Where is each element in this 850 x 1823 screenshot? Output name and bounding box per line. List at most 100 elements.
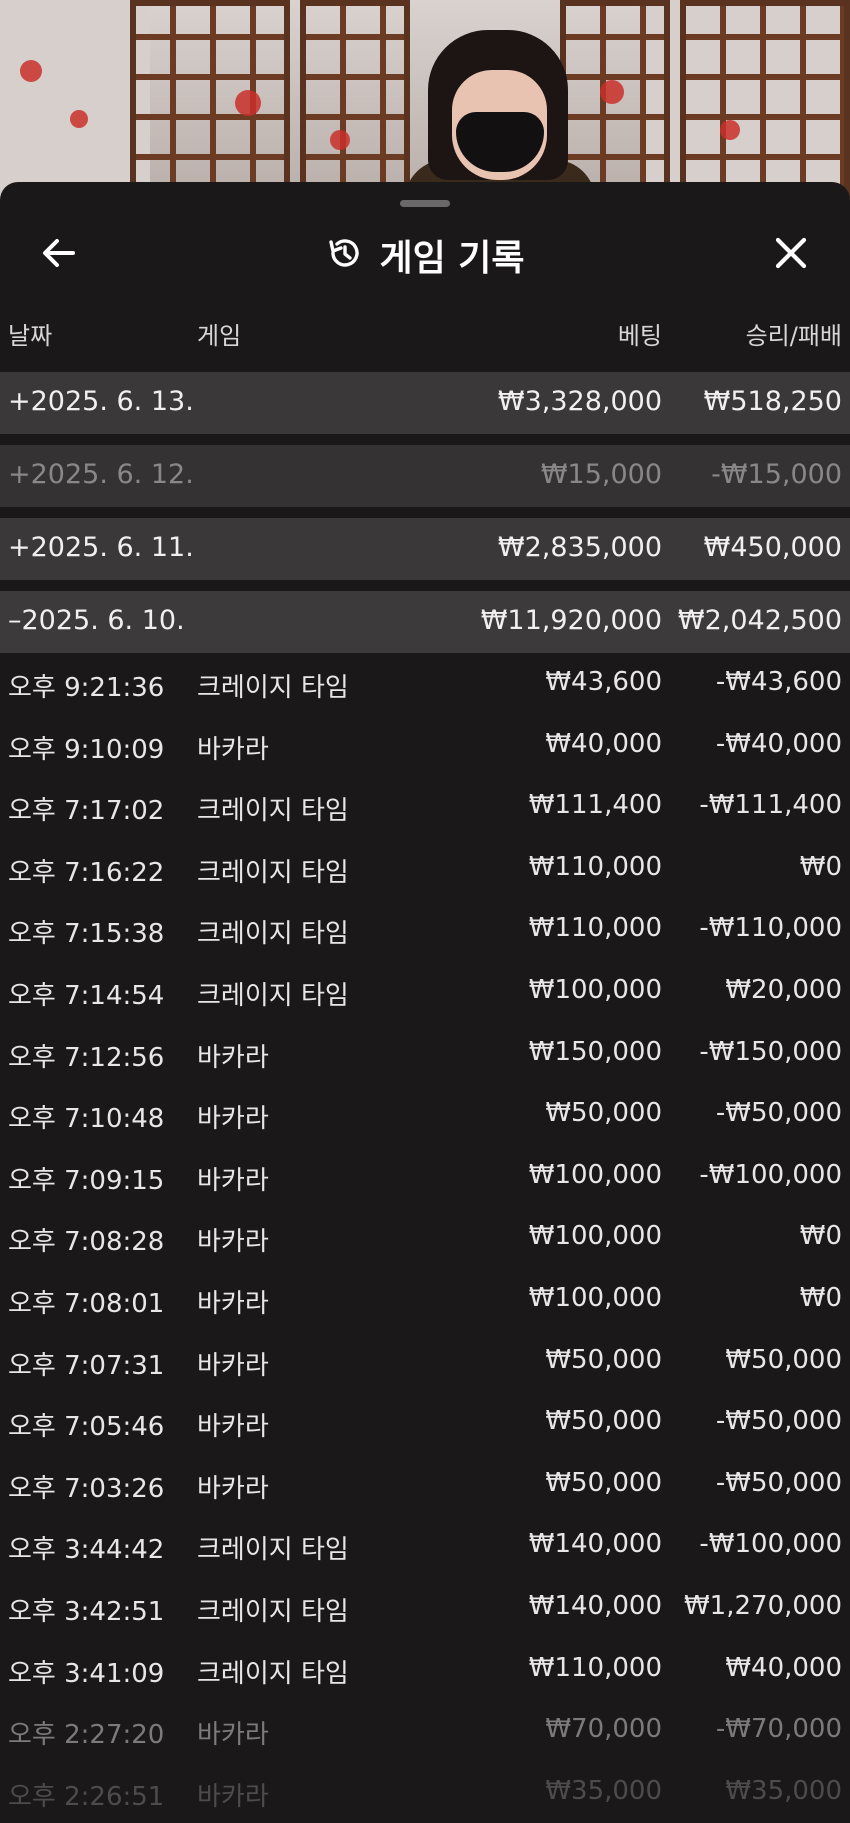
tx-bet: ₩43,600 [545,667,662,697]
tx-game: 크레이지 타임 [197,857,349,888]
tx-result: -₩50,000 [715,1098,842,1129]
tx-time: 오후 2:26:51 [8,1781,165,1812]
tx-time: 오후 7:03:26 [8,1473,165,1504]
blossom [600,80,624,104]
lattice-panel [680,0,850,200]
column-headers: 날짜 게임 베팅 승리/패배 [0,312,850,352]
transaction-row[interactable]: 오후 7:08:01 바카라 ₩100,000 ₩0 [0,1269,850,1331]
transaction-row[interactable]: 오후 7:10:48 바카라 ₩50,000 -₩50,000 [0,1084,850,1146]
tx-time: 오후 3:44:42 [8,1535,165,1566]
tx-result: -₩150,000 [699,1036,842,1067]
tx-bet: ₩50,000 [545,1344,662,1375]
tx-bet: ₩100,000 [528,1221,662,1252]
tx-game: 바카라 [197,1350,269,1381]
transaction-row[interactable]: 오후 3:42:51 크레이지 타임 ₩140,000 ₩1,270,000 [0,1577,850,1639]
transaction-row[interactable]: 오후 7:05:46 바카라 ₩50,000 -₩50,000 [0,1392,850,1454]
live-video-background [0,0,850,200]
title-wrap: 게임 기록 [0,220,850,290]
close-button[interactable] [768,232,814,278]
day-result-total: ₩2,042,500 [677,605,842,636]
blossom [70,110,88,128]
day-date: +2025. 6. 12. [8,459,194,490]
tx-bet: ₩140,000 [528,1529,662,1560]
transaction-row[interactable]: 오후 9:21:36 크레이지 타임 ₩43,600 -₩43,600 [0,653,850,715]
tx-game: 크레이지 타임 [197,980,349,1011]
sheet-drag-handle[interactable] [400,200,450,207]
tx-result: ₩20,000 [725,974,842,1005]
tx-game: 바카라 [197,734,269,765]
tx-game: 바카라 [197,1227,269,1258]
tx-game: 크레이지 타임 [197,1658,349,1689]
transaction-row[interactable]: 오후 2:27:20 바카라 ₩70,000 -₩70,000 [0,1700,850,1762]
tx-bet: ₩150,000 [528,1036,662,1067]
tx-time: 오후 7:08:28 [8,1227,165,1258]
day-result-total: -₩15,000 [711,459,842,490]
lattice-panel [300,0,410,200]
tx-game: 크레이지 타임 [197,1596,349,1627]
tx-game: 바카라 [197,1165,269,1196]
tx-result: -₩50,000 [715,1406,842,1437]
tx-bet: ₩35,000 [545,1775,662,1806]
tx-bet: ₩100,000 [528,1159,662,1190]
transaction-row[interactable]: 오후 7:07:31 바카라 ₩50,000 ₩50,000 [0,1331,850,1393]
tx-time: 오후 7:14:54 [8,980,165,1011]
tx-bet: ₩50,000 [545,1467,662,1498]
tx-game: 크레이지 타임 [197,919,349,950]
transaction-row[interactable]: 오후 7:12:56 바카라 ₩150,000 -₩150,000 [0,1023,850,1085]
transaction-list: 오후 9:21:36 크레이지 타임 ₩43,600 -₩43,600 오후 9… [0,653,850,1823]
tx-time: 오후 7:15:38 [8,919,165,950]
tx-bet: ₩50,000 [545,1098,662,1129]
tx-game: 크레이지 타임 [197,796,349,827]
tx-game: 바카라 [197,1412,269,1443]
blossom [720,120,740,140]
back-button[interactable] [36,232,82,278]
tx-time: 오후 7:16:22 [8,857,165,888]
blossom [330,130,350,150]
transaction-row[interactable]: 오후 7:15:38 크레이지 타임 ₩110,000 -₩110,000 [0,899,850,961]
day-row[interactable]: +2025. 6. 11. ₩2,835,000 ₩450,000 [0,518,850,580]
tx-game: 바카라 [197,1104,269,1135]
transaction-row[interactable]: 오후 3:41:09 크레이지 타임 ₩110,000 ₩40,000 [0,1639,850,1701]
tx-time: 오후 7:12:56 [8,1042,165,1073]
column-result: 승리/패배 [745,322,842,350]
tx-bet: ₩50,000 [545,1406,662,1437]
day-row[interactable]: +2025. 6. 13. ₩3,328,000 ₩518,250 [0,372,850,434]
day-result-total: ₩518,250 [703,386,842,417]
transaction-row[interactable]: 오후 7:16:22 크레이지 타임 ₩110,000 ₩0 [0,838,850,900]
tx-time: 오후 7:08:01 [8,1288,165,1319]
blossom [235,90,261,116]
tx-game: 바카라 [197,1720,269,1751]
tx-time: 오후 2:27:20 [8,1720,165,1751]
tx-bet: ₩140,000 [528,1590,662,1621]
tx-time: 오후 3:41:09 [8,1658,165,1689]
tx-bet: ₩70,000 [545,1714,662,1745]
day-date: +2025. 6. 11. [8,532,194,563]
day-bet-total: ₩3,328,000 [497,386,662,417]
transaction-row[interactable]: 오후 9:10:09 바카라 ₩40,000 -₩40,000 [0,715,850,777]
transaction-row[interactable]: 오후 2:26:51 바카라 ₩35,000 ₩35,000 [0,1762,850,1823]
transaction-row[interactable]: 오후 7:08:28 바카라 ₩100,000 ₩0 [0,1207,850,1269]
transaction-row[interactable]: 오후 3:44:42 크레이지 타임 ₩140,000 -₩100,000 [0,1515,850,1577]
tx-bet: ₩110,000 [528,1652,662,1683]
sheet-header: 게임 기록 [0,220,850,290]
column-date: 날짜 [8,322,53,350]
transaction-row[interactable]: 오후 7:17:02 크레이지 타임 ₩111,400 -₩111,400 [0,776,850,838]
column-bet: 베팅 [617,322,662,350]
close-icon [773,235,809,275]
transaction-row[interactable]: 오후 7:03:26 바카라 ₩50,000 -₩50,000 [0,1454,850,1516]
transaction-row[interactable]: 오후 7:09:15 바카라 ₩100,000 -₩100,000 [0,1146,850,1208]
arrow-left-icon [40,234,78,276]
tx-time: 오후 3:42:51 [8,1596,165,1627]
transaction-row[interactable]: 오후 7:14:54 크레이지 타임 ₩100,000 ₩20,000 [0,961,850,1023]
tx-result: -₩40,000 [715,728,842,759]
day-bet-total: ₩2,835,000 [497,532,662,563]
painted-screen [0,0,150,200]
game-history-sheet: 게임 기록 날짜 게임 베팅 승리/패배 +2025. 6. 13. ₩3,32… [0,182,850,1823]
day-row[interactable]: +2025. 6. 12. ₩15,000 -₩15,000 [0,445,850,507]
tx-bet: ₩100,000 [528,974,662,1005]
day-row-expanded[interactable]: –2025. 6. 10. ₩11,920,000 ₩2,042,500 [0,591,850,653]
tx-result: ₩1,270,000 [683,1590,842,1621]
tx-result: -₩111,400 [699,790,842,821]
tx-result: -₩70,000 [715,1714,842,1745]
day-bet-total: ₩11,920,000 [480,605,662,636]
